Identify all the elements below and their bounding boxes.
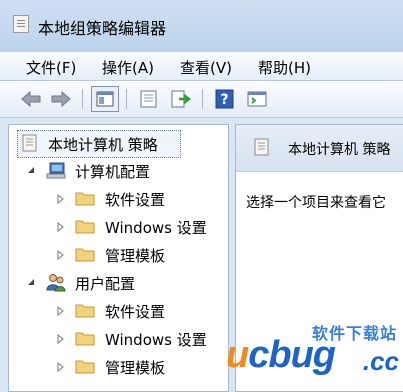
tree-item-label: 本地计算机 策略 [48, 136, 158, 154]
gpedit-window: 本地组策略编辑器 文件(F) 操作(A) 查看(V) 帮助(H) ? 本地计算机… [0, 0, 403, 392]
tree-item-label: 用户配置 [75, 275, 136, 293]
policy-doc-icon [13, 15, 29, 33]
toolbar-separator [202, 89, 203, 109]
watermark-brand-u: u [226, 334, 249, 376]
collapsed-triangle-icon[interactable] [57, 362, 64, 372]
tree-item-user-software-settings[interactable]: 软件设置 [55, 298, 225, 324]
policy-doc-icon [22, 134, 37, 152]
tree-item-user-windows-settings[interactable]: Windows 设置 [55, 326, 225, 352]
tree-item-admin-templates[interactable]: 管理模板 [55, 242, 225, 268]
tree-item-label: Windows 设置 [105, 331, 207, 349]
policy-doc-icon [254, 138, 269, 156]
folder-icon [75, 248, 95, 262]
menu-bar: 文件(F) 操作(A) 查看(V) 帮助(H) [0, 52, 403, 81]
details-header: 本地计算机 策略 [236, 125, 403, 172]
forward-arrow-icon[interactable] [50, 89, 72, 109]
computer-icon [46, 162, 66, 179]
menu-view[interactable]: 查看(V) [180, 57, 232, 78]
details-title: 本地计算机 策略 [288, 142, 391, 158]
collapsed-triangle-icon[interactable] [57, 250, 64, 260]
folder-icon [75, 360, 95, 374]
properties-icon[interactable] [138, 89, 160, 109]
svg-text:?: ? [220, 92, 228, 108]
folder-icon [75, 192, 95, 206]
folder-icon [75, 220, 95, 234]
back-arrow-icon[interactable] [20, 89, 42, 109]
tree-item-computer-config[interactable]: 计算机配置 [25, 158, 225, 184]
tree-pane[interactable]: 本地计算机 策略 计算机配置 软件设置 Windows 设置 管理模板 用户配置… [8, 124, 229, 392]
menu-help[interactable]: 帮助(H) [258, 57, 311, 78]
window-title: 本地组策略编辑器 [38, 19, 167, 38]
tree-item-windows-settings[interactable]: Windows 设置 [55, 214, 225, 240]
watermark-brand-c: c [248, 334, 269, 376]
export-list-icon[interactable] [170, 89, 192, 109]
collapsed-triangle-icon[interactable] [57, 306, 64, 316]
collapsed-triangle-icon[interactable] [57, 222, 64, 232]
tree-item-label: 软件设置 [105, 191, 166, 209]
tree-item-label: Windows 设置 [105, 219, 207, 237]
users-icon [46, 274, 66, 292]
folder-icon [75, 332, 95, 346]
watermark-brand: ucbug [226, 334, 336, 377]
collapsed-triangle-icon[interactable] [57, 194, 64, 204]
tree-item-user-config[interactable]: 用户配置 [25, 270, 225, 296]
watermark-brand-rest: bug [268, 334, 336, 376]
toolbar-separator [126, 89, 127, 109]
tree-item-label: 管理模板 [105, 247, 166, 265]
tree-item-local-computer-policy[interactable]: 本地计算机 策略 [17, 130, 181, 158]
tree-item-user-admin-templates[interactable]: 管理模板 [55, 354, 225, 380]
collapsed-triangle-icon[interactable] [57, 334, 64, 344]
show-hide-tree-icon[interactable] [91, 86, 119, 112]
expanded-triangle-icon[interactable] [27, 278, 35, 286]
menu-action[interactable]: 操作(A) [102, 57, 154, 78]
details-description: 选择一个项目来查看它 [246, 195, 386, 211]
title-bar[interactable]: 本地组策略编辑器 [0, 0, 403, 52]
folder-icon [75, 304, 95, 318]
expanded-triangle-icon[interactable] [27, 166, 35, 174]
watermark-domain: .cc [362, 346, 399, 376]
toolbar-separator [82, 89, 83, 109]
menu-file[interactable]: 文件(F) [26, 57, 76, 78]
tree-item-label: 计算机配置 [75, 163, 151, 181]
tree-item-label: 软件设置 [105, 303, 166, 321]
site-watermark: 软件下载站 ucbug .cc [222, 312, 403, 392]
tree-item-software-settings[interactable]: 软件设置 [55, 186, 225, 212]
console-icon[interactable] [246, 89, 268, 109]
tree-item-label: 管理模板 [105, 359, 166, 377]
help-icon[interactable]: ? [214, 89, 236, 109]
toolbar: ? [0, 81, 403, 118]
